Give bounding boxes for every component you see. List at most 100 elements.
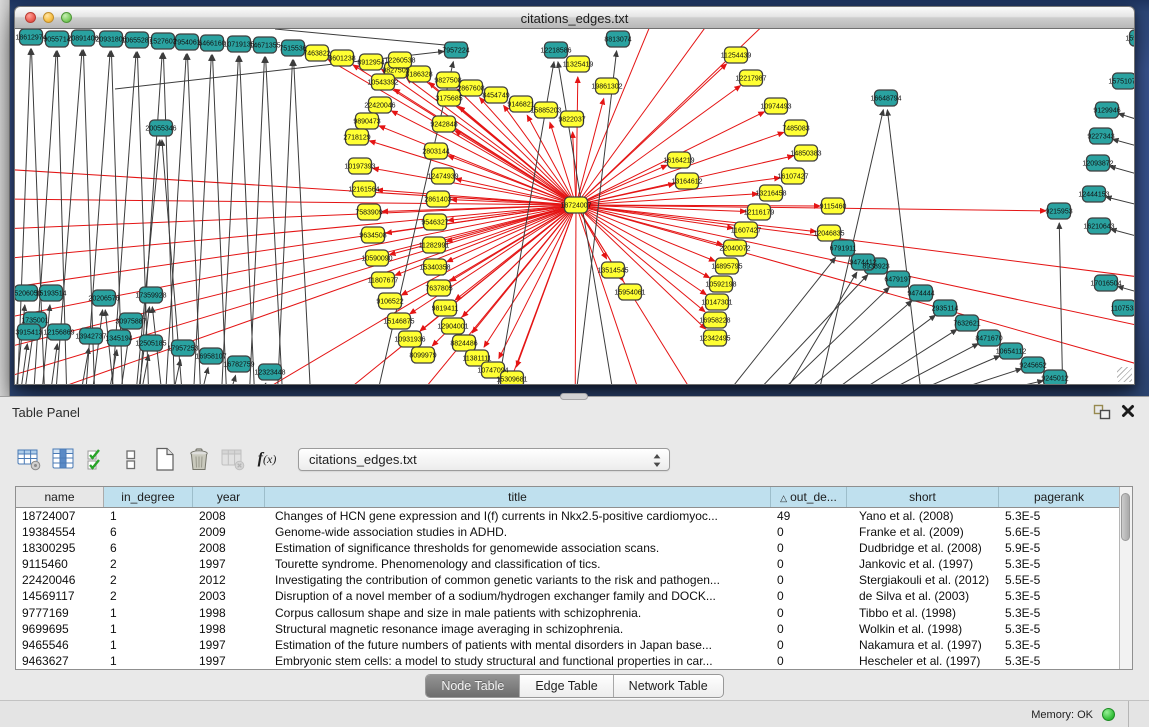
table-cell[interactable]: 0 xyxy=(771,572,847,588)
table-cell[interactable]: 0 xyxy=(771,605,847,621)
table-cell[interactable]: 0 xyxy=(771,540,847,556)
table-cell[interactable]: 18300295 xyxy=(16,540,104,556)
table-row[interactable]: 2242004622012Investigating the contribut… xyxy=(16,572,1120,588)
table-cell[interactable]: 14569117 xyxy=(16,588,104,604)
table-cell[interactable]: Embryonic stem cells: a model to study s… xyxy=(265,653,771,669)
column-header-short[interactable]: short xyxy=(847,487,999,507)
table-cell[interactable]: Wolkin et al. (1998) xyxy=(847,621,999,637)
table-cell[interactable]: 1 xyxy=(104,653,193,669)
table-selector-dropdown[interactable]: citations_edges.txt xyxy=(298,448,670,471)
table-row[interactable]: 946554611997Estimation of the future num… xyxy=(16,637,1120,653)
table-cell[interactable]: 1997 xyxy=(193,653,265,669)
splitter-handle[interactable] xyxy=(560,393,588,400)
table-cell[interactable]: Structural magnetic resonance image aver… xyxy=(265,621,771,637)
table-row[interactable]: 1830029562008Estimation of significance … xyxy=(16,540,1120,556)
table-cell[interactable]: 2003 xyxy=(193,588,265,604)
table-cell[interactable]: Yano et al. (2008) xyxy=(847,508,999,524)
table-row[interactable]: 1456911722003Disruption of a novel membe… xyxy=(16,588,1120,604)
table-cell[interactable]: Nakamura et al. (1997) xyxy=(847,637,999,653)
table-cell[interactable]: Estimation of the future numbers of pati… xyxy=(265,637,771,653)
table-cell[interactable]: 5.3E-5 xyxy=(999,508,1120,524)
show-columns-icon[interactable] xyxy=(50,445,76,473)
column-header-out-de-[interactable]: △out_de... xyxy=(771,487,847,507)
table-cell[interactable]: 9463627 xyxy=(16,653,104,669)
table-row[interactable]: 911546021997Tourette syndrome. Phenomeno… xyxy=(16,556,1120,572)
table-cell[interactable]: Estimation of significance thresholds fo… xyxy=(265,540,771,556)
column-header-year[interactable]: year xyxy=(193,487,265,507)
table-cell[interactable]: 2 xyxy=(104,588,193,604)
table-cell[interactable]: 9699695 xyxy=(16,621,104,637)
table-cell[interactable]: 2012 xyxy=(193,572,265,588)
table-cell[interactable]: Tourette syndrome. Phenomenology and cla… xyxy=(265,556,771,572)
table-cell[interactable]: 2008 xyxy=(193,508,265,524)
table-settings-icon[interactable] xyxy=(16,445,42,473)
table-cell[interactable]: 1 xyxy=(104,605,193,621)
table-row[interactable]: 977716911998Corpus callosum shape and si… xyxy=(16,605,1120,621)
float-panel-button[interactable] xyxy=(1093,404,1111,420)
table-cell[interactable]: 5.3E-5 xyxy=(999,588,1120,604)
table-cell[interactable]: 0 xyxy=(771,556,847,572)
table-cell[interactable]: 5.3E-5 xyxy=(999,605,1120,621)
table-cell[interactable]: 0 xyxy=(771,524,847,540)
column-header-name[interactable]: name xyxy=(16,487,104,507)
table-cell[interactable]: 2 xyxy=(104,556,193,572)
table-row[interactable]: 1938455462009Genome-wide association stu… xyxy=(16,524,1120,540)
citation-network-graph[interactable]: 1872400711325419158852039146821845474928… xyxy=(15,29,1134,384)
table-cell[interactable]: 22420046 xyxy=(16,572,104,588)
delete-rows-icon[interactable] xyxy=(186,445,212,473)
table-cell[interactable]: 1998 xyxy=(193,605,265,621)
deselect-all-icon[interactable] xyxy=(118,445,144,473)
table-cell[interactable]: Genome-wide association studies in ADHD. xyxy=(265,524,771,540)
table-row[interactable]: 1872400712008Changes of HCN gene express… xyxy=(16,508,1120,524)
table-cell[interactable]: 19384554 xyxy=(16,524,104,540)
vertical-scrollbar[interactable] xyxy=(1119,487,1132,669)
table-cell[interactable]: Franke et al. (2009) xyxy=(847,524,999,540)
table-cell[interactable]: Corpus callosum shape and size in male p… xyxy=(265,605,771,621)
resize-grip[interactable] xyxy=(1117,367,1132,382)
table-cell[interactable]: 9465546 xyxy=(16,637,104,653)
table-cell[interactable]: 5.3E-5 xyxy=(999,653,1120,669)
table-cell[interactable]: 2009 xyxy=(193,524,265,540)
table-cell[interactable]: 5.9E-5 xyxy=(999,540,1120,556)
function-builder-icon[interactable]: f(x) xyxy=(254,445,280,473)
scrollbar-thumb[interactable] xyxy=(1121,493,1130,541)
table-cell[interactable]: 1998 xyxy=(193,621,265,637)
table-cell[interactable]: 0 xyxy=(771,637,847,653)
table-cell[interactable]: 1 xyxy=(104,621,193,637)
new-table-icon[interactable] xyxy=(152,445,178,473)
table-cell[interactable]: 1 xyxy=(104,637,193,653)
memory-status-indicator[interactable] xyxy=(1102,708,1115,721)
table-cell[interactable]: 0 xyxy=(771,653,847,669)
table-row[interactable]: 969969511998Structural magnetic resonanc… xyxy=(16,621,1120,637)
tab-node-table[interactable]: Node Table xyxy=(426,675,520,697)
table-cell[interactable]: 18724007 xyxy=(16,508,104,524)
window-titlebar[interactable]: citations_edges.txt xyxy=(14,6,1135,29)
table-cell[interactable]: Dudbridge et al. (2008) xyxy=(847,540,999,556)
table-cell[interactable]: 9115460 xyxy=(16,556,104,572)
table-cell[interactable]: Hescheler et al. (1997) xyxy=(847,653,999,669)
table-cell[interactable]: Disruption of a novel member of a sodium… xyxy=(265,588,771,604)
table-cell[interactable]: de Silva et al. (2003) xyxy=(847,588,999,604)
column-header-title[interactable]: title xyxy=(265,487,771,507)
select-all-icon[interactable] xyxy=(84,445,110,473)
table-cell[interactable]: 5.3E-5 xyxy=(999,556,1120,572)
table-cell[interactable]: Jankovic et al. (1997) xyxy=(847,556,999,572)
table-cell[interactable]: 6 xyxy=(104,540,193,556)
table-row[interactable]: 946362711997Embryonic stem cells: a mode… xyxy=(16,653,1120,669)
table-cell[interactable]: 0 xyxy=(771,588,847,604)
table-cell[interactable]: Changes of HCN gene expression and I(f) … xyxy=(265,508,771,524)
column-header-pagerank[interactable]: pagerank xyxy=(999,487,1120,507)
table-cell[interactable]: 5.5E-5 xyxy=(999,572,1120,588)
tab-network-table[interactable]: Network Table xyxy=(614,675,723,697)
network-canvas[interactable]: 1872400711325419158852039146821845474928… xyxy=(14,29,1135,385)
table-cell[interactable]: 9777169 xyxy=(16,605,104,621)
table-cell[interactable]: Tibbo et al. (1998) xyxy=(847,605,999,621)
table-cell[interactable]: 5.3E-5 xyxy=(999,621,1120,637)
table-cell[interactable]: 5.6E-5 xyxy=(999,524,1120,540)
table-cell[interactable]: 1 xyxy=(104,508,193,524)
tab-edge-table[interactable]: Edge Table xyxy=(520,675,613,697)
close-panel-icon[interactable] xyxy=(1121,404,1135,418)
table-cell[interactable]: 49 xyxy=(771,508,847,524)
table-cell[interactable]: 1997 xyxy=(193,637,265,653)
left-splitter[interactable] xyxy=(0,0,10,396)
